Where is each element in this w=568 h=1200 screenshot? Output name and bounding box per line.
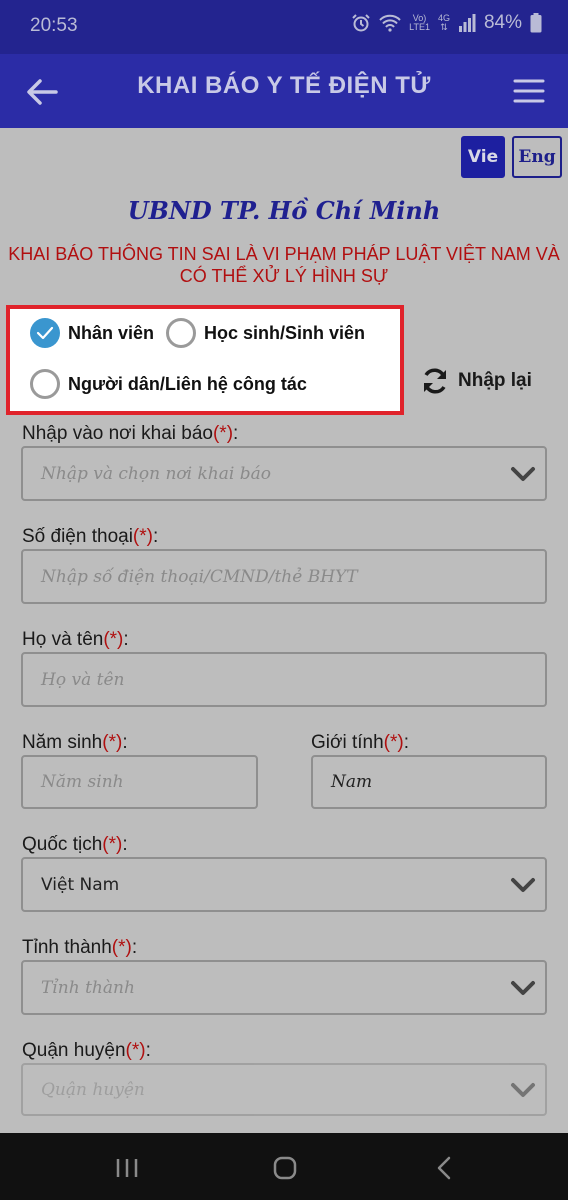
status-icons: Vo) LTE1 4G ⇅ 84% bbox=[351, 12, 542, 34]
hamburger-menu-icon[interactable] bbox=[512, 74, 546, 108]
nationality-select[interactable]: Việt Nam bbox=[21, 857, 547, 912]
recent-apps-icon[interactable] bbox=[112, 1153, 142, 1183]
gender-label: Giới tính(*): bbox=[311, 732, 409, 753]
birth-year-input[interactable]: Năm sinh bbox=[21, 755, 258, 809]
district-placeholder: Quận huyện bbox=[41, 1079, 145, 1100]
chevron-down-icon bbox=[511, 1082, 535, 1097]
radio-student[interactable]: Học sinh/Sinh viên bbox=[166, 318, 365, 348]
organization-title: UBND TP. Hồ Chí Minh bbox=[127, 196, 441, 225]
status-bar: 20:53 Vo) LTE1 4G ⇅ 84% bbox=[0, 0, 568, 54]
birth-year-label: Năm sinh(*): bbox=[22, 732, 128, 753]
back-nav-icon[interactable] bbox=[430, 1153, 460, 1183]
nationality-label: Quốc tịch(*): bbox=[22, 834, 128, 855]
radio-citizen[interactable]: Người dân/Liên hệ công tác bbox=[30, 369, 307, 399]
province-select[interactable]: Tỉnh thành bbox=[21, 960, 547, 1015]
page-title: KHAI BÁO Y TẾ ĐIỆN TỬ bbox=[137, 72, 431, 99]
district-label: Quận huyện(*): bbox=[22, 1040, 151, 1061]
name-input[interactable]: Họ và tên bbox=[21, 652, 547, 707]
alarm-icon bbox=[352, 14, 370, 32]
radio-checked-icon bbox=[30, 318, 60, 348]
radio-unchecked-icon bbox=[30, 369, 60, 399]
name-placeholder: Họ và tên bbox=[41, 669, 125, 690]
nationality-value: Việt Nam bbox=[41, 874, 120, 895]
legal-warning-line-2: CÓ THỂ XỬ LÝ HÌNH SỰ bbox=[179, 266, 389, 286]
chevron-down-icon bbox=[511, 980, 535, 995]
app-header: KHAI BÁO Y TẾ ĐIỆN TỬ bbox=[0, 54, 568, 128]
province-label: Tỉnh thành(*): bbox=[22, 937, 138, 958]
home-icon[interactable] bbox=[270, 1153, 300, 1183]
chevron-down-icon bbox=[511, 466, 535, 481]
phone-label: Số điện thoại(*): bbox=[22, 526, 159, 547]
province-placeholder: Tỉnh thành bbox=[41, 977, 135, 998]
signal-icon bbox=[458, 14, 476, 32]
radio-employee[interactable]: Nhân viên bbox=[30, 318, 154, 348]
phone-input[interactable]: Nhập số điện thoại/CMND/thẻ BHYT bbox=[21, 549, 547, 604]
location-label: Nhập vào nơi khai báo(*): bbox=[22, 423, 239, 444]
phone-placeholder: Nhập số điện thoại/CMND/thẻ BHYT bbox=[41, 566, 358, 587]
status-time: 20:53 bbox=[30, 15, 78, 36]
volte-indicator: Vo) LTE1 bbox=[409, 13, 430, 32]
reset-label: Nhập lại bbox=[458, 370, 532, 391]
radio-label: Người dân/Liên hệ công tác bbox=[68, 373, 307, 394]
language-eng-button[interactable]: Eng bbox=[512, 136, 562, 178]
district-select[interactable]: Quận huyện bbox=[21, 1063, 547, 1116]
refresh-icon bbox=[424, 368, 446, 394]
user-type-radio-group: Nhân viên Học sinh/Sinh viên Người dân/L… bbox=[6, 305, 404, 415]
location-placeholder: Nhập và chọn nơi khai báo bbox=[41, 463, 271, 484]
network-4g-indicator: 4G ⇅ bbox=[437, 13, 450, 32]
battery-icon bbox=[530, 13, 542, 33]
gender-input[interactable]: Nam bbox=[311, 755, 547, 809]
birth-year-placeholder: Năm sinh bbox=[41, 772, 124, 792]
wifi-icon bbox=[379, 14, 401, 32]
chevron-down-icon bbox=[511, 877, 535, 892]
name-label: Họ và tên(*): bbox=[22, 629, 129, 650]
location-select[interactable]: Nhập và chọn nơi khai báo bbox=[21, 446, 547, 501]
reset-button[interactable]: Nhập lại bbox=[420, 366, 532, 396]
legal-warning-line-1: KHAI BÁO THÔNG TIN SAI LÀ VI PHẠM PHÁP L… bbox=[8, 244, 560, 264]
radio-label: Nhân viên bbox=[68, 322, 155, 343]
radio-label: Học sinh/Sinh viên bbox=[204, 322, 366, 343]
language-vie-button[interactable]: Vie bbox=[461, 136, 505, 178]
battery-percent: 84% bbox=[483, 12, 522, 33]
radio-unchecked-icon bbox=[166, 318, 196, 348]
gender-value: Nam bbox=[331, 772, 373, 792]
system-nav-bar bbox=[0, 1133, 568, 1200]
